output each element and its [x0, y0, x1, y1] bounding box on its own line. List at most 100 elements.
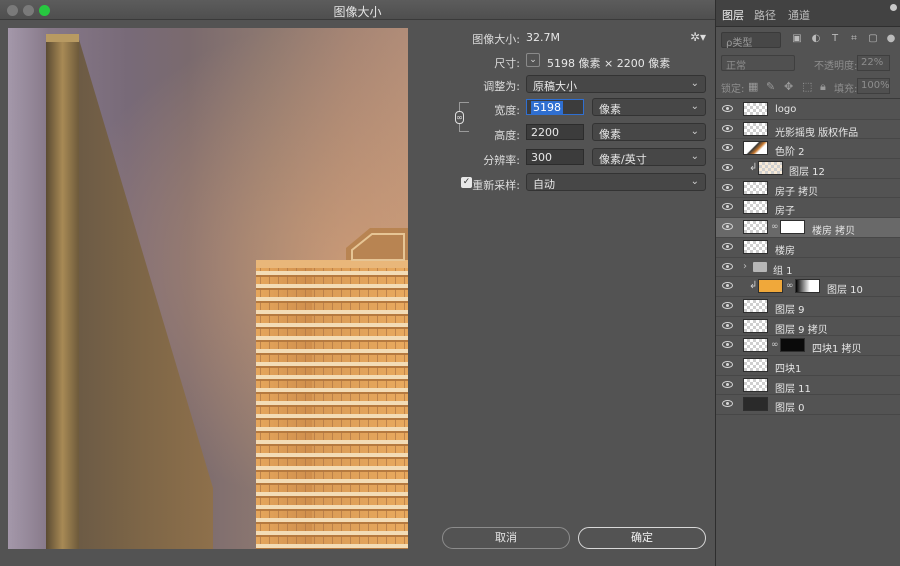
image-preview[interactable] [8, 28, 408, 549]
layer-name: 楼房 拷贝 [812, 226, 856, 238]
height-unit-select[interactable]: 像素 ⌄ [592, 123, 706, 141]
layer-name: 色阶 2 [775, 147, 805, 159]
layer-row[interactable]: 色阶 2 [716, 139, 900, 160]
clipping-mask-icon: ↲ [749, 162, 758, 174]
layer-row[interactable]: ↲ ∞ 图层 10 [716, 277, 900, 297]
layer-row[interactable]: 光影摇曳 版权作品 [716, 120, 900, 140]
tab-paths[interactable]: 路径 [754, 7, 776, 23]
eye-icon[interactable] [722, 124, 733, 132]
layer-row[interactable]: logo [716, 100, 900, 120]
dimensions-value: 5198 像素 × 2200 像素 [547, 57, 671, 70]
opacity-label: 不透明度: [814, 61, 858, 72]
resample-select[interactable]: 自动 ⌄ [526, 173, 706, 191]
fit-to-select[interactable]: 原稿大小 ⌄ [526, 75, 706, 93]
blend-mode-row: 正常 不透明度: 22% [716, 52, 900, 74]
lock-all-icon[interactable]: 🔒︎ [820, 80, 826, 94]
preview-artwork [46, 34, 408, 549]
fill-input[interactable]: 100% [857, 78, 890, 94]
smart-object-filter-icon[interactable]: ▢ [868, 34, 878, 44]
layer-row[interactable]: ∞ 楼房 拷贝 [716, 218, 900, 238]
resolution-unit-value: 像素/英寸 [599, 153, 647, 166]
eye-icon[interactable] [722, 164, 733, 172]
tab-layers[interactable]: 图层 [722, 7, 744, 23]
layer-row[interactable]: 图层 11 [716, 376, 900, 396]
layer-thumbnail [743, 239, 768, 254]
layer-name: 图层 0 [775, 403, 805, 415]
layer-name: 楼房 [775, 245, 795, 257]
eye-icon[interactable] [722, 380, 733, 388]
tab-channels[interactable]: 通道 [788, 7, 810, 23]
link-icon: ∞ [771, 222, 779, 233]
layer-row[interactable]: ∞ 四块1 拷贝 [716, 336, 900, 356]
eye-icon[interactable] [722, 105, 733, 112]
width-label: 宽度: [494, 104, 520, 117]
blend-mode-select[interactable]: 正常 [721, 55, 795, 72]
layer-row[interactable]: 四块1 [716, 356, 900, 376]
width-value: 5198 [531, 101, 563, 114]
layer-row[interactable]: 图层 0 [716, 395, 900, 415]
height-input[interactable]: 2200 [526, 124, 584, 140]
eye-icon[interactable] [722, 360, 733, 368]
layer-row[interactable]: 房子 拷贝 [716, 179, 900, 199]
layers-panel: 图层 路径 通道 ρ类型 ▣ ◐ T ⌗ ▢ ● 正常 不透明度: 22% 锁定… [716, 0, 900, 566]
layer-thumbnail [743, 200, 768, 215]
lock-artboard-icon[interactable]: ⬚ [802, 80, 812, 93]
chevron-down-icon: ⌄ [690, 78, 699, 89]
eye-icon[interactable] [722, 341, 733, 349]
layer-thumbnail [743, 220, 768, 235]
eye-icon[interactable] [722, 242, 733, 250]
lock-paint-icon[interactable]: ✎ [766, 80, 775, 93]
ok-button[interactable]: 确定 [578, 527, 706, 549]
panel-menu-icon[interactable] [890, 4, 897, 11]
adjustment-filter-icon[interactable]: ◐ [811, 34, 821, 44]
eye-icon[interactable] [722, 282, 733, 290]
eye-icon[interactable] [722, 223, 733, 231]
chevron-down-icon: ⌄ [690, 151, 699, 162]
cancel-button[interactable]: 取消 [442, 527, 570, 549]
layer-mask-thumbnail [780, 220, 805, 235]
resample-label: 重新采样: [472, 179, 520, 192]
layer-row[interactable]: 图层 9 [716, 297, 900, 317]
width-unit-select[interactable]: 像素 ⌄ [592, 98, 706, 116]
gear-icon[interactable]: ✲▾ [690, 30, 706, 44]
panel-tabs: 图层 路径 通道 [716, 0, 900, 27]
image-size-dialog: 图像大小 图像大小: 32.7M ✲▾ 尺寸: ⌄ 5198 像素 × 2200… [0, 0, 716, 566]
lock-move-icon[interactable]: ✥ [784, 80, 793, 93]
fill-label: 填充: [834, 84, 858, 95]
layer-name: 房子 [775, 206, 795, 218]
eye-icon[interactable] [722, 203, 733, 211]
layer-filter-select[interactable]: ρ类型 [721, 32, 781, 49]
chevron-right-icon[interactable]: › [743, 261, 747, 272]
filter-toggle-icon[interactable]: ● [886, 34, 896, 44]
layer-thumbnail [743, 377, 768, 392]
lock-label: 锁定: [721, 84, 745, 95]
type-filter-icon[interactable]: T [830, 34, 840, 44]
width-input[interactable]: 5198 [526, 99, 584, 115]
eye-icon[interactable] [722, 400, 733, 408]
link-icon[interactable]: ∞ [455, 111, 464, 124]
layer-filter-row: ρ类型 ▣ ◐ T ⌗ ▢ ● [716, 29, 900, 51]
layer-name: 房子 拷贝 [775, 186, 819, 198]
eye-icon[interactable] [722, 144, 733, 152]
shape-filter-icon[interactable]: ⌗ [849, 34, 859, 44]
layer-name: 图层 10 [827, 285, 863, 297]
opacity-input[interactable]: 22% [857, 55, 890, 71]
eye-icon[interactable] [722, 321, 733, 329]
resolution-unit-select[interactable]: 像素/英寸 ⌄ [592, 148, 706, 166]
eye-icon[interactable] [722, 183, 733, 191]
width-unit-value: 像素 [599, 103, 621, 116]
layer-thumbnail [743, 121, 768, 136]
resolution-input[interactable]: 300 [526, 149, 584, 165]
eye-icon[interactable] [722, 301, 733, 309]
lock-transparent-icon[interactable]: ▦ [748, 80, 758, 93]
layer-name: 图层 9 [775, 304, 805, 316]
layer-thumbnail [743, 102, 768, 116]
layer-row[interactable]: ↲ 图层 12 [716, 159, 900, 179]
layer-row[interactable]: 楼房 [716, 238, 900, 258]
dimensions-unit-chevron-icon[interactable]: ⌄ [526, 53, 540, 67]
layer-row[interactable]: 房子 [716, 198, 900, 219]
image-filter-icon[interactable]: ▣ [792, 34, 802, 44]
eye-icon[interactable] [722, 262, 733, 270]
layer-row[interactable]: 图层 9 拷贝 [716, 317, 900, 337]
layer-group-row[interactable]: › 组 1 [716, 258, 900, 278]
